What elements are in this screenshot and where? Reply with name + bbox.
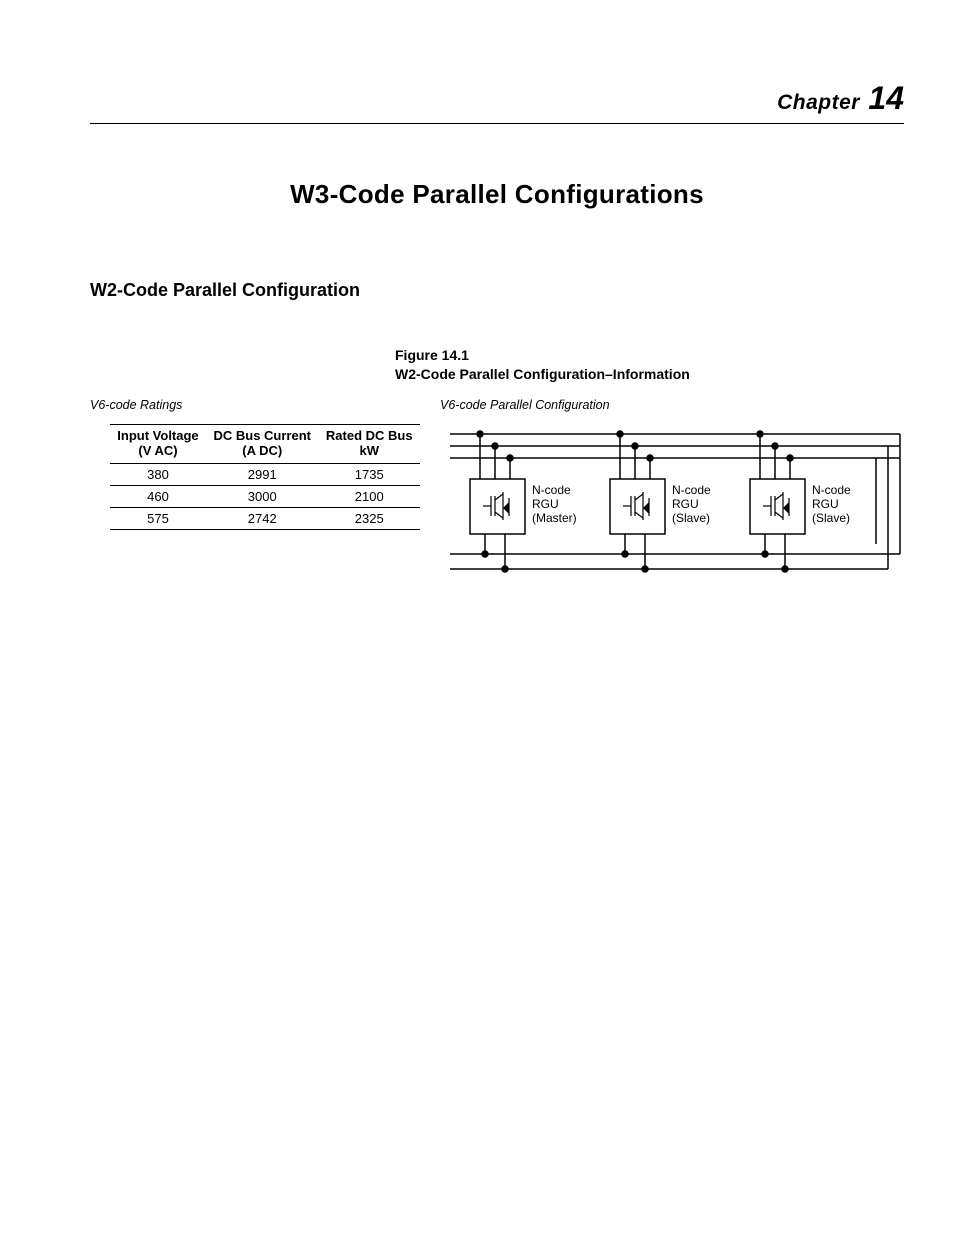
cell: 2742 bbox=[206, 507, 319, 529]
rgu-2-l3: (Slave) bbox=[812, 511, 850, 525]
cell: 2991 bbox=[206, 463, 319, 485]
ratings-col-2-l2: kW bbox=[360, 443, 380, 458]
ratings-col-0-l1: Input Voltage bbox=[117, 428, 198, 443]
rgu-2-l2: RGU bbox=[812, 497, 839, 511]
ratings-header-row: Input Voltage (V AC) DC Bus Current (A D… bbox=[110, 424, 420, 463]
ratings-col-1-l2: (A DC) bbox=[242, 443, 282, 458]
table-row: 460 3000 2100 bbox=[110, 485, 420, 507]
ratings-col-2: Rated DC Bus kW bbox=[319, 424, 420, 463]
rgu-0-l1: N-code bbox=[532, 483, 571, 497]
rgu-1-l1: N-code bbox=[672, 483, 711, 497]
ratings-col-2-l1: Rated DC Bus bbox=[326, 428, 413, 443]
section-heading: W2-Code Parallel Configuration bbox=[90, 280, 904, 301]
chapter-heading: Chapter 14 bbox=[90, 80, 904, 117]
diagram-subhead: V6-code Parallel Configuration bbox=[440, 398, 910, 412]
figure-number: Figure 14.1 bbox=[395, 347, 469, 363]
parallel-config-diagram: N-code RGU (Master) N-code RGU (Slave) N… bbox=[440, 424, 910, 594]
cell: 1735 bbox=[319, 463, 420, 485]
chapter-number: 14 bbox=[868, 80, 904, 116]
rgu-0-l3: (Master) bbox=[532, 511, 577, 525]
cell: 460 bbox=[110, 485, 206, 507]
table-row: 575 2742 2325 bbox=[110, 507, 420, 529]
table-row: 380 2991 1735 bbox=[110, 463, 420, 485]
ratings-col-1: DC Bus Current (A DC) bbox=[206, 424, 319, 463]
cell: 2100 bbox=[319, 485, 420, 507]
ratings-table: Input Voltage (V AC) DC Bus Current (A D… bbox=[110, 424, 420, 530]
chapter-rule bbox=[90, 123, 904, 124]
ratings-col-1-l1: DC Bus Current bbox=[213, 428, 311, 443]
cell: 3000 bbox=[206, 485, 319, 507]
cell: 575 bbox=[110, 507, 206, 529]
cell: 380 bbox=[110, 463, 206, 485]
ratings-col-0-l2: (V AC) bbox=[138, 443, 177, 458]
cell: 2325 bbox=[319, 507, 420, 529]
page-title: W3-Code Parallel Configurations bbox=[90, 179, 904, 210]
rgu-2-l1: N-code bbox=[812, 483, 851, 497]
ratings-col-0: Input Voltage (V AC) bbox=[110, 424, 206, 463]
chapter-word: Chapter bbox=[777, 91, 860, 114]
rgu-1-l2: RGU bbox=[672, 497, 699, 511]
ratings-subhead: V6-code Ratings bbox=[90, 398, 440, 412]
figure-caption: Figure 14.1 W2-Code Parallel Configurati… bbox=[395, 346, 904, 384]
rgu-1-l3: (Slave) bbox=[672, 511, 710, 525]
figure-title: W2-Code Parallel Configuration–Informati… bbox=[395, 366, 690, 382]
rgu-0-l2: RGU bbox=[532, 497, 559, 511]
